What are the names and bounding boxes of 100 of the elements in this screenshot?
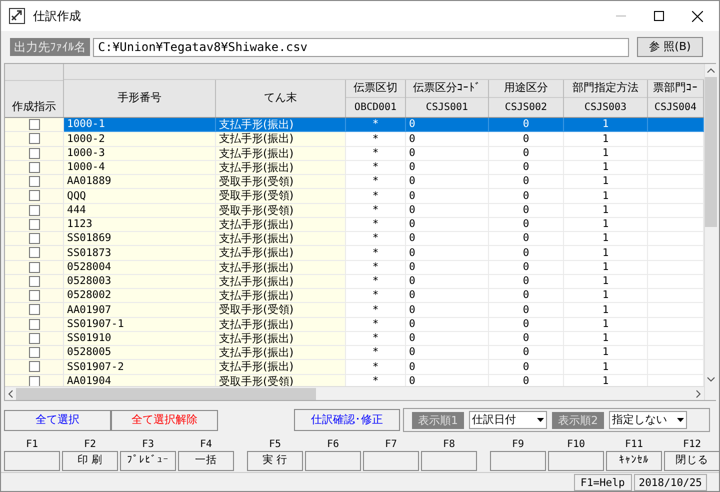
checkbox[interactable] <box>28 290 40 302</box>
horizontal-scrollbar[interactable] <box>5 386 704 400</box>
table-cell: SS01910 <box>67 333 112 344</box>
table-row[interactable]: 1000-1 支払手形(振出) * 0 0 1 <box>5 118 704 132</box>
table-row[interactable]: 1123 支払手形(振出) * 0 0 1 <box>5 218 704 232</box>
table-row[interactable]: SS01907-2 支払手形(振出) * 0 0 1 <box>5 360 704 374</box>
table-cell: 支払手形(振出) <box>219 218 294 230</box>
table-row[interactable]: 0528003 支払手形(振出) * 0 0 1 <box>5 274 704 289</box>
table-cell: 1 <box>602 248 609 258</box>
function-key-button[interactable]: 印 刷 <box>62 451 118 471</box>
table-cell: 0 <box>409 148 416 158</box>
table-cell: 0 <box>409 233 416 244</box>
table-row[interactable]: SS01873 支払手形(振出) * 0 0 1 <box>5 246 704 260</box>
column-header: 作成指示 <box>12 98 56 114</box>
checkbox[interactable] <box>28 247 40 258</box>
sort-select[interactable]: 仕訳日付 <box>469 411 547 429</box>
status-help: F1=Help <box>574 474 632 490</box>
app-icon <box>9 8 25 24</box>
checkbox[interactable] <box>28 204 40 216</box>
scroll-left-icon[interactable] <box>8 390 13 398</box>
table-row[interactable]: 0528004 支払手形(振出) * 0 0 1 <box>5 260 704 275</box>
function-key-button[interactable]: 一括 <box>178 451 234 471</box>
table-cell: SS01907-1 <box>67 318 124 330</box>
function-key-button[interactable] <box>490 451 546 471</box>
function-key-button[interactable] <box>548 451 604 471</box>
scroll-up-icon[interactable] <box>707 68 715 73</box>
table-cell: 0 <box>409 119 416 130</box>
table-cell: 0528005 <box>67 347 112 358</box>
column-header: 伝票区分ｺｰﾄﾞ <box>413 80 481 96</box>
table-row[interactable]: 1000-4 支払手形(振出) * 0 0 1 <box>5 160 704 175</box>
table-row[interactable]: SS01869 支払手形(振出) * 0 0 1 <box>5 232 704 246</box>
table-cell: 受取手形(受領) <box>219 176 294 188</box>
browse-button[interactable]: 参 照(B) <box>637 37 703 57</box>
checkbox[interactable] <box>28 233 40 244</box>
table-cell: 支払手形(振出) <box>219 119 294 130</box>
checkbox[interactable] <box>28 190 40 202</box>
table-row[interactable]: 1000-2 支払手形(振出) * 0 0 1 <box>5 132 704 146</box>
function-key-button[interactable]: 実 行 <box>247 451 303 471</box>
function-key-button[interactable] <box>421 451 477 471</box>
table-row[interactable]: 444 受取手形(受領) * 0 0 1 <box>5 204 704 218</box>
table-cell: 0 <box>409 318 416 330</box>
table-row[interactable]: AA01907 受取手形(受領) * 0 0 1 <box>5 303 704 318</box>
table-row[interactable]: QQQ 受取手形(受領) * 0 0 1 <box>5 189 704 204</box>
vertical-scrollbar[interactable] <box>704 64 717 400</box>
table-row[interactable]: SS01910 支払手形(振出) * 0 0 1 <box>5 332 704 346</box>
table-row[interactable]: 0528002 支払手形(振出) * 0 0 1 <box>5 289 704 304</box>
table-cell: 0 <box>522 134 530 144</box>
checkbox[interactable] <box>28 218 40 230</box>
table-cell: 0 <box>522 233 530 244</box>
sort-select[interactable]: 指定しない <box>609 411 687 429</box>
close-icon[interactable] <box>692 10 703 22</box>
table-cell: 0 <box>409 304 416 316</box>
table-row[interactable]: 1000-3 支払手形(振出) * 0 0 1 <box>5 146 704 161</box>
table-cell: 0 <box>409 204 416 216</box>
table-row[interactable]: 0528005 支払手形(振出) * 0 0 1 <box>5 346 704 360</box>
function-key-button[interactable] <box>305 451 361 471</box>
function-key-button[interactable]: ﾌﾟﾚﾋﾞｭｰ <box>120 451 176 471</box>
table-cell: 1 <box>602 219 609 230</box>
maximize-icon[interactable] <box>654 11 664 21</box>
select-button[interactable]: 全て選択解除 <box>111 410 218 430</box>
table-cell: 1000-3 <box>67 148 105 158</box>
select-button[interactable]: 全て選択 <box>4 410 111 430</box>
output-file-field[interactable]: C:¥Union¥Tegatav8¥Shiwake.csv <box>93 38 629 56</box>
table-cell: 1 <box>602 304 609 316</box>
checkbox[interactable] <box>28 119 40 130</box>
confirm-button[interactable]: 仕訳確認･修正 <box>294 409 400 431</box>
table-cell: 0 <box>409 347 416 358</box>
function-key-button[interactable] <box>4 451 60 471</box>
checkbox[interactable] <box>28 376 40 386</box>
scroll-right-icon[interactable] <box>696 390 701 398</box>
checkbox[interactable] <box>28 332 40 344</box>
table-cell: 1 <box>602 376 609 386</box>
table-cell: 1 <box>602 176 609 187</box>
table-cell: 支払手形(振出) <box>219 332 294 344</box>
table-row[interactable]: AA01889 受取手形(受領) * 0 0 1 <box>5 175 704 190</box>
table-row[interactable]: SS01907-1 支払手形(振出) * 0 0 1 <box>5 318 704 332</box>
checkbox[interactable] <box>28 347 40 358</box>
table-cell: * <box>372 204 379 216</box>
function-key-button[interactable]: 閉じる <box>664 451 719 471</box>
checkbox[interactable] <box>28 318 40 330</box>
checkbox[interactable] <box>28 148 40 159</box>
checkbox[interactable] <box>28 133 40 144</box>
scroll-down-icon[interactable] <box>707 377 715 382</box>
table-cell: * <box>372 219 379 230</box>
checkbox[interactable] <box>28 162 40 173</box>
table-cell: 支払手形(振出) <box>219 247 294 258</box>
table-cell: * <box>372 162 379 173</box>
checkbox[interactable] <box>28 304 40 316</box>
checkbox[interactable] <box>28 276 40 287</box>
function-key-label: F6 <box>326 438 340 451</box>
table-cell: * <box>372 148 379 158</box>
function-key-button[interactable] <box>363 451 419 471</box>
checkbox[interactable] <box>28 176 40 188</box>
function-key-label: F7 <box>384 438 398 451</box>
table-cell: 受取手形(受領) <box>219 190 294 202</box>
table-cell: 1 <box>602 162 609 173</box>
checkbox[interactable] <box>28 262 40 273</box>
function-key-button[interactable]: ｷｬﾝｾﾙ <box>606 451 662 471</box>
table-cell: * <box>372 290 379 301</box>
checkbox[interactable] <box>28 361 40 372</box>
